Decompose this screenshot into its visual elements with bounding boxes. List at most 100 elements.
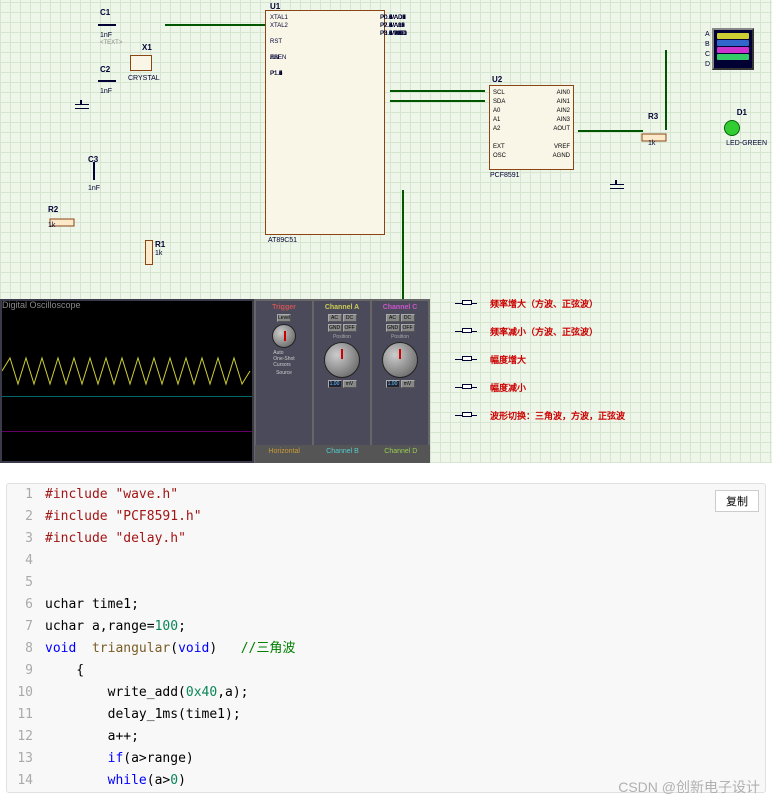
r1-component — [145, 240, 153, 265]
osc-chb-label: Channel B — [313, 445, 371, 463]
btn-freq-up[interactable] — [455, 300, 477, 308]
watermark: CSDN @创新电子设计 — [618, 777, 760, 797]
c1-text: <TEXT> — [100, 40, 122, 46]
osc-btn-gnd-a[interactable]: GND — [328, 324, 342, 332]
line-content: { — [45, 660, 765, 682]
wire-scope — [665, 50, 667, 130]
line-number: 5 — [7, 572, 45, 594]
code-line: 4 — [7, 550, 765, 572]
line-number: 7 — [7, 616, 45, 638]
osc-source-label: Source — [276, 370, 292, 376]
u2-pins-right: AIN0AIN1AIN2AIN3AOUTVREFAGND — [553, 89, 570, 161]
wire-aout — [578, 130, 643, 132]
line-content: #include "PCF8591.h" — [45, 506, 765, 528]
btn-amp-down-label: 幅度减小 — [490, 381, 526, 394]
osc-btn-gnd-c[interactable]: GND — [386, 324, 400, 332]
scope-ch-a — [717, 33, 749, 39]
copy-button[interactable]: 复制 — [715, 490, 759, 512]
osc-col-chc: Channel C ACDC GNDOFF Position 1.00mV — [372, 301, 428, 461]
r1-ref: R1 — [155, 240, 165, 249]
btn-wave-switch[interactable] — [455, 412, 477, 420]
osc-trigger-title: Trigger — [271, 303, 297, 312]
code-line: 3#include "delay.h" — [7, 528, 765, 550]
osc-chc-title: Channel C — [382, 303, 419, 312]
osc-trigger-knob[interactable] — [272, 324, 296, 348]
btn-freq-down[interactable] — [455, 328, 477, 336]
osc-pos-label-c: Position — [391, 334, 409, 340]
osc-knob-a[interactable] — [324, 342, 360, 378]
osc-bottom-row: Horizontal Channel B Channel D — [255, 445, 430, 463]
btn-freq-up-label: 频率增大（方波、正弦波） — [490, 297, 598, 310]
osc-btn-off-a[interactable]: OFF — [343, 324, 357, 332]
code-line: 10 write_add(0x40,a); — [7, 682, 765, 704]
osc-unit-c: mV — [401, 380, 415, 388]
circuit-schematic: C1 1nF <TEXT> C2 1nF X1 CRYSTAL C3 1nF R… — [0, 0, 772, 463]
u1-mcu: XTAL1XTAL2RST PSENALEEA P1.0P1.1P1.2P1.3… — [265, 10, 385, 235]
line-content: uchar a,range=100; — [45, 616, 765, 638]
line-number: 10 — [7, 682, 45, 704]
scope-ch-b — [717, 40, 749, 46]
wire-xtal1 — [165, 24, 265, 26]
r3-ref: R3 — [648, 112, 658, 121]
osc-knob-c[interactable] — [382, 342, 418, 378]
c1-ref: C1 — [100, 8, 110, 17]
code-line: 6uchar time1; — [7, 594, 765, 616]
osc-btn-ac-a[interactable]: AC — [328, 314, 342, 322]
osc-btn-dc-a[interactable]: DC — [343, 314, 357, 322]
code-line: 2#include "PCF8591.h" — [7, 506, 765, 528]
oscilloscope-probe-icon — [712, 28, 754, 70]
scope-ch-c — [717, 47, 749, 53]
code-line: 12 a++; — [7, 726, 765, 748]
d1-ref: D1 — [737, 108, 747, 117]
line-content: #include "delay.h" — [45, 528, 765, 550]
line-content — [45, 550, 765, 572]
u2-ref: U2 — [492, 75, 502, 84]
line-content: #include "wave.h" — [45, 484, 765, 506]
c2-value: 1nF — [100, 88, 112, 95]
osc-screen — [2, 301, 252, 461]
u1-part: AT89C51 — [268, 237, 297, 244]
c1-component — [98, 24, 116, 26]
btn-amp-down[interactable] — [455, 384, 477, 392]
osc-readout-c: 1.00 — [386, 380, 400, 388]
x1-value: CRYSTAL — [128, 75, 160, 82]
line-number: 13 — [7, 748, 45, 770]
line-number: 11 — [7, 704, 45, 726]
c2-component — [98, 80, 116, 82]
code-line: 8void triangular(void) //三角波 — [7, 638, 765, 660]
line-number: 9 — [7, 660, 45, 682]
osc-btn-level[interactable]: Level — [277, 314, 291, 322]
line-content: write_add(0x40,a); — [45, 682, 765, 704]
line-number: 2 — [7, 506, 45, 528]
gnd-1 — [75, 100, 89, 110]
btn-amp-up[interactable] — [455, 356, 477, 364]
code-line: 1#include "wave.h" — [7, 484, 765, 506]
osc-btn-ac-c[interactable]: AC — [386, 314, 400, 322]
c3-value: 1nF — [88, 185, 100, 192]
d1-value: LED-GREEN — [726, 140, 767, 147]
code-line: 11 delay_1ms(time1); — [7, 704, 765, 726]
line-content — [45, 572, 765, 594]
line-number: 4 — [7, 550, 45, 572]
line-content: uchar time1; — [45, 594, 765, 616]
osc-pos-label-a: Position — [333, 334, 351, 340]
osc-baseline-b — [2, 396, 252, 397]
osc-btn-dc-c[interactable]: DC — [401, 314, 415, 322]
osc-btn-off-c[interactable]: OFF — [401, 324, 415, 332]
crystal-component — [130, 55, 152, 71]
code-line: 9 { — [7, 660, 765, 682]
osc-cha-title: Channel A — [324, 303, 360, 312]
line-content: if(a>range) — [45, 748, 765, 770]
r2-value: 1k — [48, 222, 55, 229]
line-number: 1 — [7, 484, 45, 506]
osc-baseline-c — [2, 431, 252, 432]
osc-trig-opts: AutoOne-ShotCursors — [273, 350, 294, 368]
line-content: delay_1ms(time1); — [45, 704, 765, 726]
oscilloscope-panel: Trigger Level AutoOne-ShotCursors Source… — [0, 299, 430, 463]
gnd-2 — [610, 180, 624, 190]
line-content: void triangular(void) //三角波 — [45, 638, 765, 660]
c1-value: 1nF — [100, 32, 112, 39]
line-number: 3 — [7, 528, 45, 550]
line-content: a++; — [45, 726, 765, 748]
btn-amp-up-label: 幅度增大 — [490, 353, 526, 366]
